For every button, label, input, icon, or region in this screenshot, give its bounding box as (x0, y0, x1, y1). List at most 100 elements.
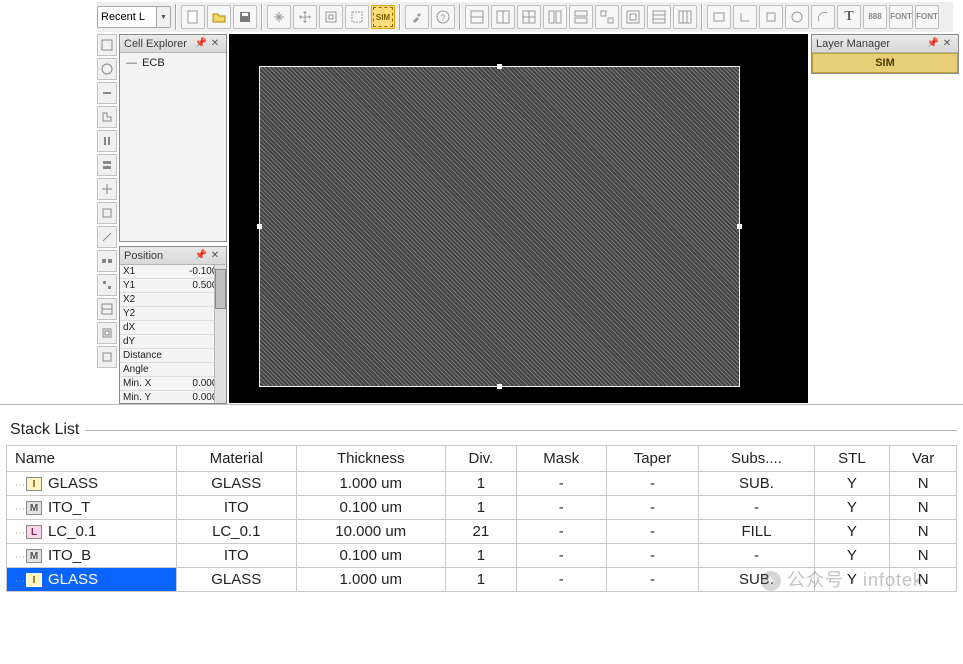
pan-icon[interactable] (267, 5, 291, 29)
stack-list-title: Stack List (10, 421, 79, 439)
left-toolbar-inner (97, 34, 117, 404)
design-viewport[interactable] (229, 34, 808, 403)
leftbar-btn-5[interactable] (97, 130, 117, 152)
shape-arc-icon[interactable] (811, 5, 835, 29)
shape-l-icon[interactable] (733, 5, 757, 29)
stack-cell-thickness: 1.000 um (296, 472, 445, 496)
leftbar-btn-3[interactable] (97, 82, 117, 104)
stack-header[interactable]: Mask (516, 446, 606, 472)
new-file-icon[interactable] (181, 5, 205, 29)
tools-icon[interactable] (405, 5, 429, 29)
grid-btn-3[interactable] (517, 5, 541, 29)
stack-cell-subs: - (699, 544, 814, 568)
layer-type-badge: M (26, 501, 42, 515)
stack-cell-material: GLASS (176, 472, 296, 496)
save-file-icon[interactable] (233, 5, 257, 29)
leftbar-btn-14[interactable] (97, 346, 117, 368)
grid-btn-7[interactable] (621, 5, 645, 29)
stack-cell-var: N (890, 472, 957, 496)
layer-manager-panel: Layer Manager 📌 ✕ SIM (811, 34, 959, 74)
position-key: X2 (120, 293, 168, 307)
font-icon-1[interactable]: FONT (889, 5, 913, 29)
shape-circle-icon[interactable] (785, 5, 809, 29)
tree-dots-icon: ⋯ (15, 480, 24, 491)
layer-name: ITO_B (48, 547, 91, 564)
position-key: Min. X (120, 377, 168, 391)
stack-header[interactable]: Var (890, 446, 957, 472)
grid-btn-1[interactable] (465, 5, 489, 29)
close-icon[interactable]: ✕ (208, 249, 222, 263)
leftbar-btn-12[interactable] (97, 298, 117, 320)
resize-handle-left[interactable] (257, 224, 262, 229)
stack-header[interactable]: Taper (606, 446, 699, 472)
stack-header[interactable]: Thickness (296, 446, 445, 472)
recent-files-dropdown[interactable]: ▼ (157, 6, 171, 28)
grid-btn-4[interactable] (543, 5, 567, 29)
leftbar-btn-4[interactable] (97, 106, 117, 128)
stack-cell-thickness: 0.100 um (296, 496, 445, 520)
layer-sim-row[interactable]: SIM (812, 53, 958, 73)
resize-handle-bottom[interactable] (497, 384, 502, 389)
stack-cell-subs: SUB. (699, 472, 814, 496)
zoom-region-icon[interactable] (345, 5, 369, 29)
stack-header[interactable]: STL (814, 446, 890, 472)
leftbar-btn-8[interactable] (97, 202, 117, 224)
pin-icon[interactable]: 📌 (194, 249, 208, 263)
grid-btn-2[interactable] (491, 5, 515, 29)
table-row[interactable]: ⋯MITO_TITO0.100 um1---YN (7, 496, 957, 520)
cell-tree-item[interactable]: ECB (142, 57, 165, 69)
layer-type-badge: M (26, 549, 42, 563)
resize-handle-top[interactable] (497, 64, 502, 69)
table-row[interactable]: ⋯MITO_BITO0.100 um1---YN (7, 544, 957, 568)
stack-header[interactable]: Div. (445, 446, 516, 472)
position-key: dY (120, 335, 168, 349)
stack-cell-var: N (890, 496, 957, 520)
pin-icon[interactable]: 📌 (926, 37, 940, 51)
fit-icon[interactable] (319, 5, 343, 29)
toolbar-divider (701, 4, 703, 30)
shape-rect-icon[interactable] (707, 5, 731, 29)
layer-name: ITO_T (48, 499, 90, 516)
stack-header[interactable]: Material (176, 446, 296, 472)
leftbar-btn-10[interactable] (97, 250, 117, 272)
design-rectangle[interactable] (259, 66, 740, 387)
table-row[interactable]: ⋯IGLASSGLASS1.000 um1--SUB.YN (7, 472, 957, 496)
stack-cell-thickness: 0.100 um (296, 544, 445, 568)
resize-handle-right[interactable] (737, 224, 742, 229)
shape-square-icon[interactable] (759, 5, 783, 29)
left-toolbar-outer (77, 2, 97, 404)
leftbar-btn-11[interactable] (97, 274, 117, 296)
open-file-icon[interactable] (207, 5, 231, 29)
layer-type-badge: I (26, 573, 42, 587)
stack-cell-stl: Y (814, 472, 890, 496)
grid-btn-9[interactable] (673, 5, 697, 29)
stack-header[interactable]: Subs.... (699, 446, 814, 472)
close-icon[interactable]: ✕ (208, 37, 222, 51)
stack-cell-mask: - (516, 520, 606, 544)
leftbar-btn-6[interactable] (97, 154, 117, 176)
stack-cell-var: N (890, 520, 957, 544)
grid-btn-8[interactable] (647, 5, 671, 29)
position-scrollbar[interactable] (214, 265, 226, 403)
position-key: Angle (120, 363, 168, 377)
stack-cell-mask: - (516, 568, 606, 592)
move-icon[interactable] (293, 5, 317, 29)
text-tool-icon[interactable]: T (837, 5, 861, 29)
font-icon-2[interactable]: FONT (915, 5, 939, 29)
info-icon[interactable]: ? (431, 5, 455, 29)
grid-btn-5[interactable] (569, 5, 593, 29)
sim-button[interactable]: SIM (371, 5, 395, 29)
recent-files-input[interactable] (97, 6, 157, 28)
stack-header[interactable]: Name (7, 446, 177, 472)
leftbar-btn-7[interactable] (97, 178, 117, 200)
table-row[interactable]: ⋯LLC_0.1LC_0.110.000 um21--FILLYN (7, 520, 957, 544)
leftbar-btn-13[interactable] (97, 322, 117, 344)
pin-icon[interactable]: 📌 (194, 37, 208, 51)
leftbar-btn-2[interactable] (97, 58, 117, 80)
leftbar-btn-9[interactable] (97, 226, 117, 248)
tree-collapse-icon[interactable]: — (126, 57, 137, 69)
leftbar-btn-1[interactable] (97, 34, 117, 56)
close-icon[interactable]: ✕ (940, 37, 954, 51)
digits-icon[interactable]: 888 (863, 5, 887, 29)
grid-btn-6[interactable] (595, 5, 619, 29)
